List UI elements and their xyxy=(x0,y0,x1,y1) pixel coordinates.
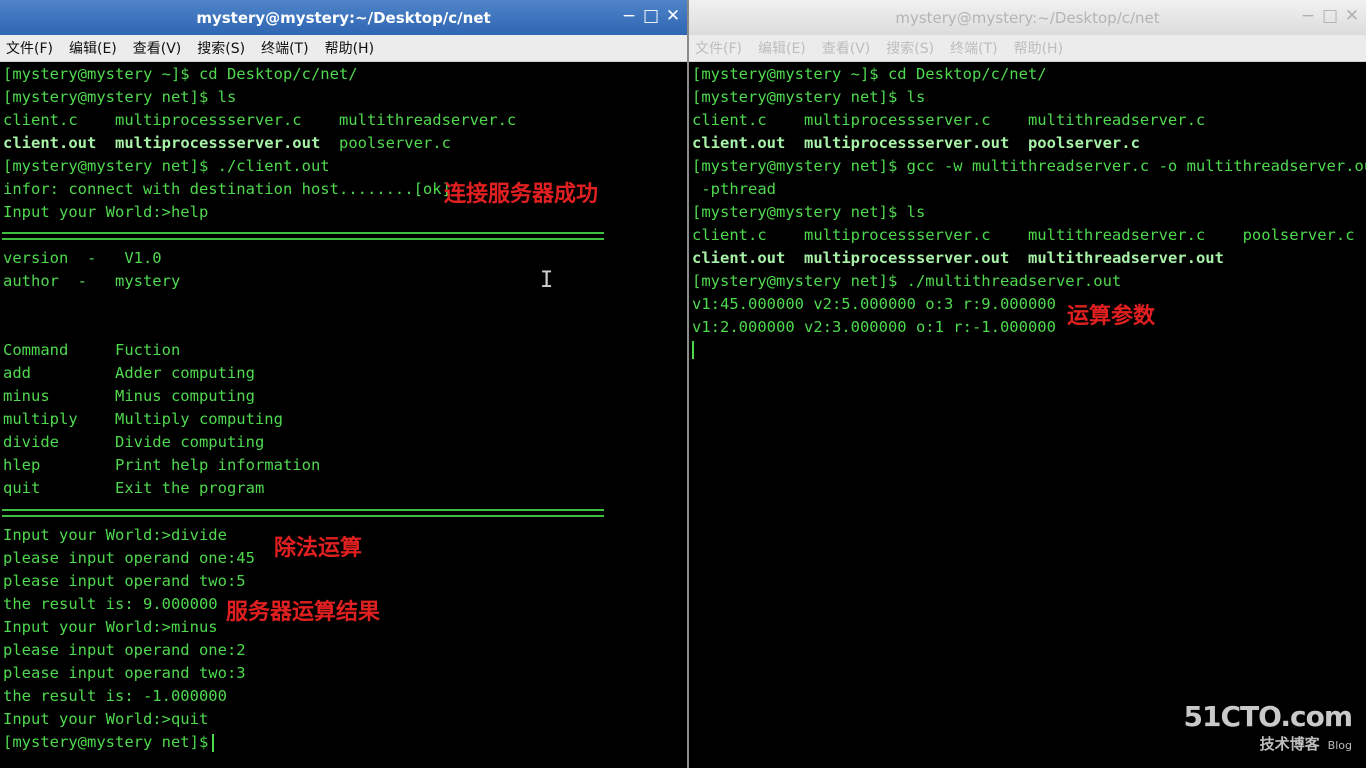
terminal-line: -pthread xyxy=(692,180,776,198)
terminal-line: please input operand two:5 xyxy=(3,572,246,590)
terminal-line: [mystery@mystery net]$ ./multithreadserv… xyxy=(692,272,1122,290)
file-client-out: client.out xyxy=(692,249,786,267)
close-button[interactable]: ✕ xyxy=(663,5,683,27)
left-window-title: mystery@mystery:~/Desktop/c/net xyxy=(196,8,491,27)
menu-view[interactable]: 查看(V) xyxy=(822,38,871,58)
minimize-button[interactable]: − xyxy=(1298,5,1318,27)
right-window-title: mystery@mystery:~/Desktop/c/net xyxy=(895,8,1160,27)
watermark-tag: Blog xyxy=(1327,739,1352,752)
terminal-line: minus Minus computing xyxy=(3,387,255,405)
left-terminal-area[interactable]: [mystery@mystery ~]$ cd Desktop/c/net/ [… xyxy=(0,62,687,768)
left-titlebar[interactable]: mystery@mystery:~/Desktop/c/net − □ ✕ xyxy=(0,0,687,35)
text-cursor xyxy=(212,734,214,752)
terminal-line: please input operand one:45 xyxy=(3,549,255,567)
terminal-line-bold: client.out multiprocessserver.out multit… xyxy=(692,248,1224,268)
terminal-line: author - mystery xyxy=(3,272,181,290)
terminal-line: [mystery@mystery net]$ ls xyxy=(692,88,926,106)
terminal-line: Input your World:>quit xyxy=(3,710,209,728)
terminal-line: Input your World:>help xyxy=(3,203,209,221)
terminal-line: multiply Multiply computing xyxy=(3,410,283,428)
minimize-button[interactable]: − xyxy=(619,5,639,27)
terminal-line: v1:2.000000 v2:3.000000 o:1 r:-1.000000 xyxy=(692,318,1056,336)
terminal-line: client.c multiprocessserver.c multithrea… xyxy=(692,226,1355,244)
terminal-line-bold: client.out multiprocessserver.out poolse… xyxy=(692,133,1140,153)
terminal-line: Input your World:>minus xyxy=(3,618,218,636)
menu-help[interactable]: 帮助(H) xyxy=(325,38,374,58)
text-cursor xyxy=(692,341,694,359)
right-terminal-area[interactable]: [mystery@mystery ~]$ cd Desktop/c/net/ [… xyxy=(689,62,1366,768)
menu-search[interactable]: 搜索(S) xyxy=(197,38,245,58)
ibeam-cursor-icon: I xyxy=(540,268,554,293)
terminal-line: the result is: 9.000000 xyxy=(3,595,218,613)
terminal-line: please input operand two:3 xyxy=(3,664,246,682)
file-multiprocessserver-out: multiprocessserver.out xyxy=(115,134,321,152)
menu-terminal[interactable]: 终端(T) xyxy=(261,38,308,58)
annotation-server-result: 服务器运算结果 xyxy=(226,600,381,625)
menu-view[interactable]: 查看(V) xyxy=(133,38,182,58)
menu-terminal[interactable]: 终端(T) xyxy=(950,38,997,58)
file-multiprocessserver-out: multiprocessserver.out xyxy=(804,249,1010,267)
left-menubar: 文件(F) 编辑(E) 查看(V) 搜索(S) 终端(T) 帮助(H) xyxy=(0,35,687,62)
maximize-button[interactable]: □ xyxy=(641,5,661,27)
terminal-line: client.c multiprocessserver.c multithrea… xyxy=(3,111,517,129)
file-multithreadserver-out: multithreadserver.out xyxy=(1027,249,1224,267)
terminal-line: divide Divide computing xyxy=(3,433,265,451)
annotation-connect-ok: 连接服务器成功 xyxy=(444,182,599,207)
watermark: 51CTO.com 技术博客 Blog xyxy=(1183,700,1353,754)
terminal-line: v1:45.000000 v2:5.000000 o:3 r:9.000000 xyxy=(692,295,1056,313)
terminal-line: version - V1.0 xyxy=(3,249,162,267)
terminal-line: infor: connect with destination host....… xyxy=(3,180,451,198)
annotation-params: 运算参数 xyxy=(1067,304,1156,329)
terminal-prompt: [mystery@mystery net]$ xyxy=(3,733,218,751)
menu-file[interactable]: 文件(F) xyxy=(695,38,742,58)
right-titlebar[interactable]: mystery@mystery:~/Desktop/c/net − □ ✕ xyxy=(689,0,1366,36)
file-poolserver-c: poolserver.c xyxy=(338,134,451,152)
terminal-line: [mystery@mystery net]$ ls xyxy=(3,88,237,106)
terminal-line: the result is: -1.000000 xyxy=(3,687,227,705)
watermark-sub: 技术博客 xyxy=(1259,735,1320,753)
separator-line xyxy=(2,515,604,517)
terminal-line: quit Exit the program xyxy=(3,479,265,497)
menu-help[interactable]: 帮助(H) xyxy=(1014,38,1063,58)
separator-line xyxy=(2,232,604,234)
terminal-line: [mystery@mystery net]$ ls xyxy=(692,203,926,221)
terminal-line-bold: client.out multiprocessserver.out poolse… xyxy=(3,133,451,153)
right-menubar: 文件(F) 编辑(E) 查看(V) 搜索(S) 终端(T) 帮助(H) xyxy=(689,35,1366,62)
terminal-line: Input your World:>divide xyxy=(3,526,227,544)
terminal-line: [mystery@mystery net]$ ./client.out xyxy=(3,157,330,175)
terminal-line: [mystery@mystery net]$ gcc -w multithrea… xyxy=(692,157,1366,175)
menu-search[interactable]: 搜索(S) xyxy=(886,38,934,58)
separator-line xyxy=(2,509,604,511)
close-button[interactable]: ✕ xyxy=(1342,5,1362,27)
left-terminal-window[interactable]: mystery@mystery:~/Desktop/c/net − □ ✕ 文件… xyxy=(0,0,687,768)
terminal-line: [mystery@mystery ~]$ cd Desktop/c/net/ xyxy=(3,65,358,83)
watermark-logo: 51CTO.com xyxy=(1183,700,1353,733)
terminal-line: please input operand one:2 xyxy=(3,641,246,659)
menu-edit[interactable]: 编辑(E) xyxy=(758,38,806,58)
terminal-line: hlep Print help information xyxy=(3,456,321,474)
terminal-line: add Adder computing xyxy=(3,364,255,382)
terminal-line: client.c multiprocessserver.c multithrea… xyxy=(692,111,1206,129)
file-client-out: client.out xyxy=(3,134,97,152)
terminal-line: [mystery@mystery ~]$ cd Desktop/c/net/ xyxy=(692,65,1047,83)
menu-file[interactable]: 文件(F) xyxy=(6,38,53,58)
terminal-line: Command Fuction xyxy=(3,341,181,359)
annotation-division: 除法运算 xyxy=(274,536,363,561)
file-client-out: client.out multiprocessserver.out poolse… xyxy=(692,134,1140,152)
menu-edit[interactable]: 编辑(E) xyxy=(69,38,117,58)
maximize-button[interactable]: □ xyxy=(1320,5,1340,27)
separator-line xyxy=(2,238,604,240)
right-terminal-window[interactable]: mystery@mystery:~/Desktop/c/net − □ ✕ 文件… xyxy=(689,0,1366,768)
